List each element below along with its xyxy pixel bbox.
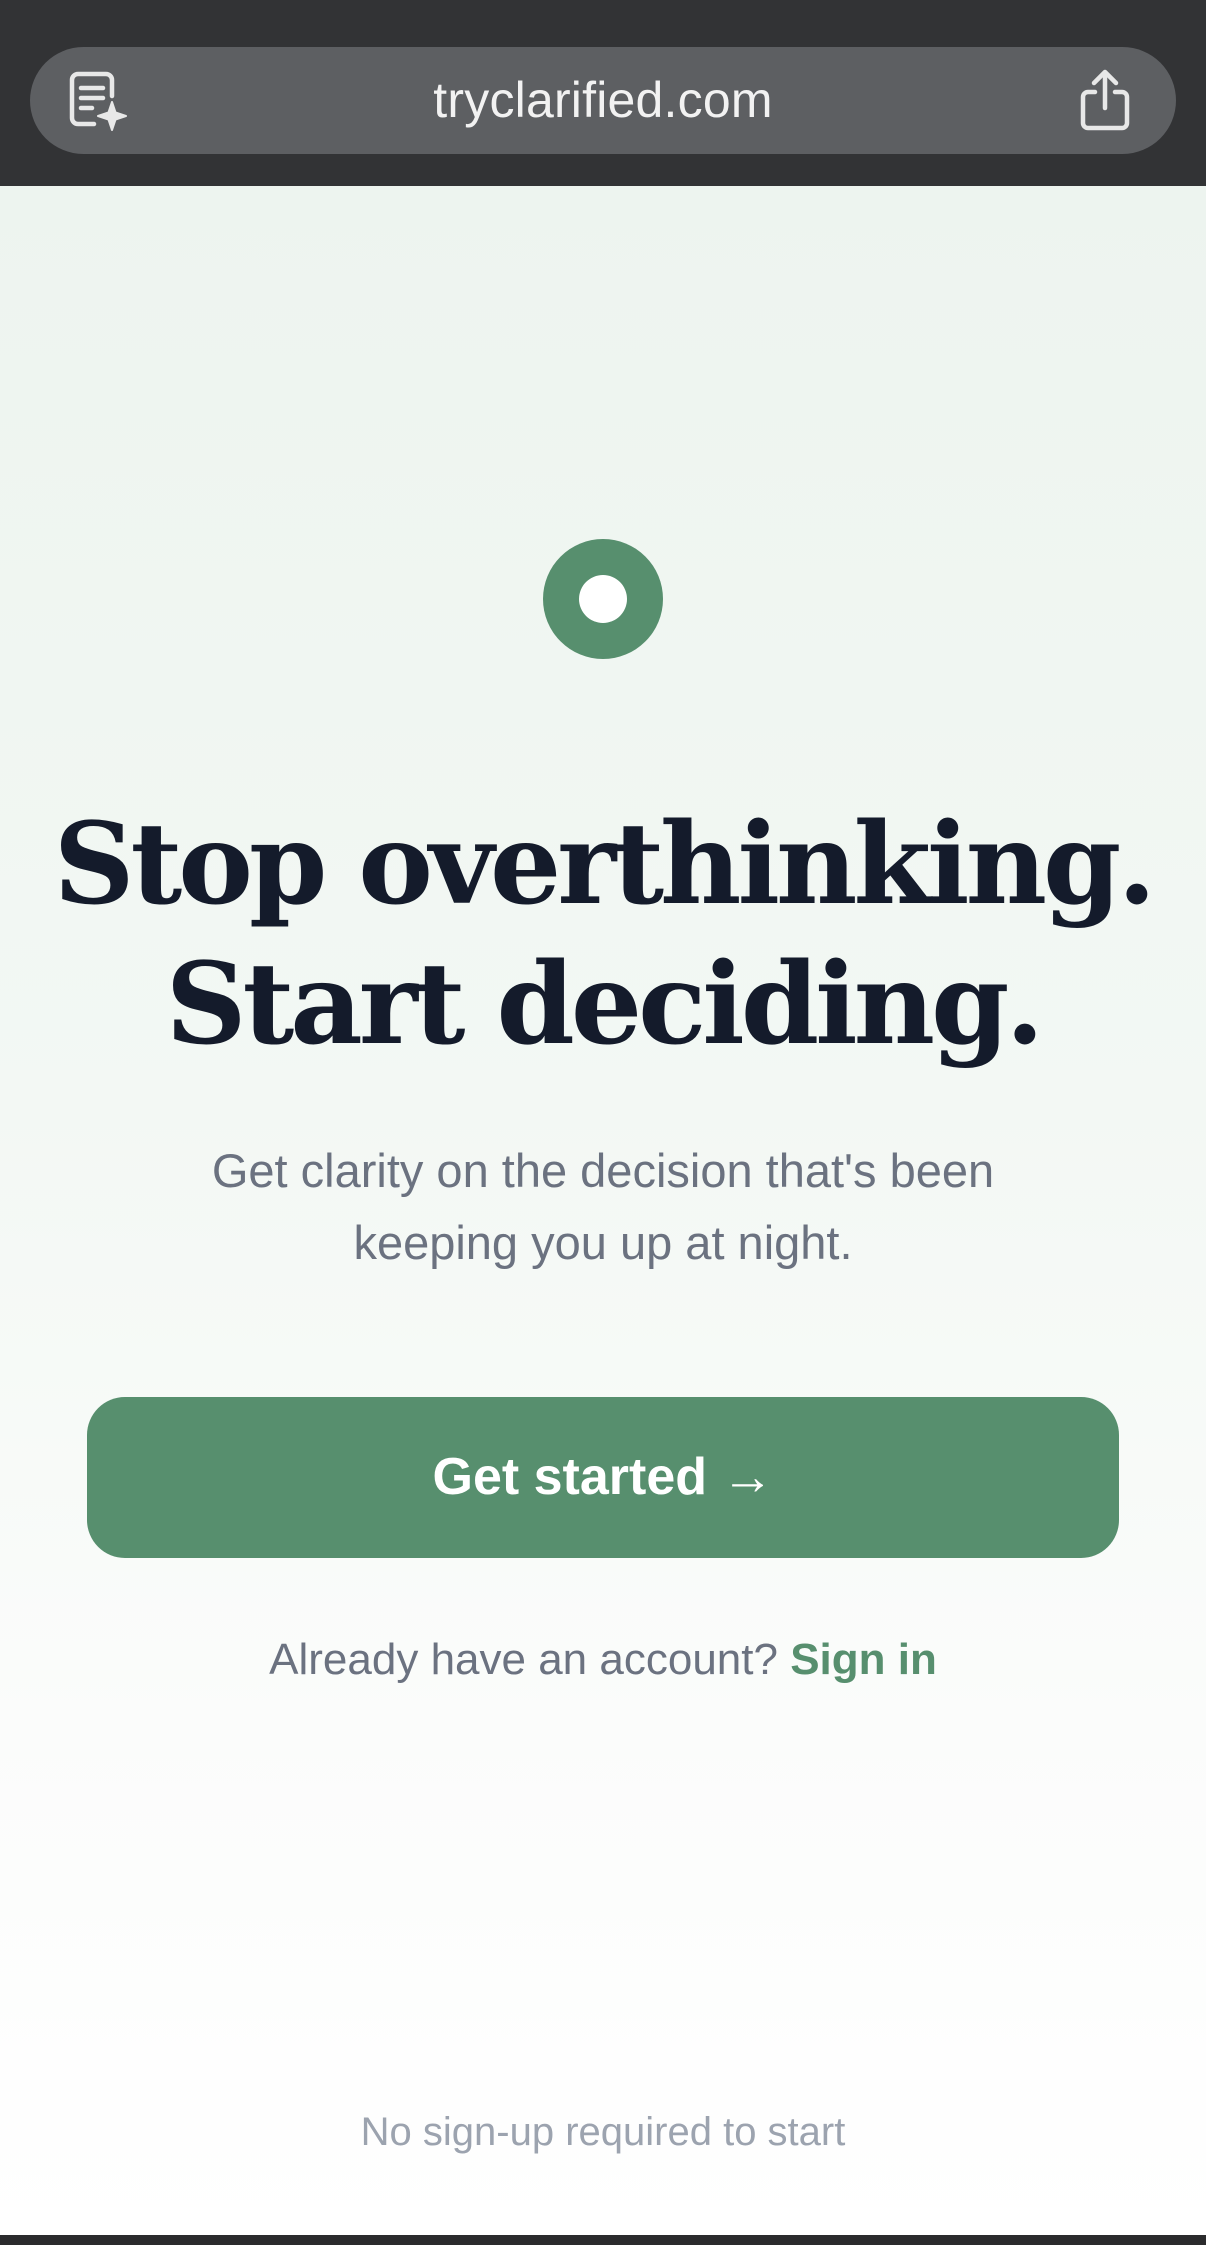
signin-prompt: Already have an account? — [269, 1635, 778, 1684]
signin-row: Already have an account? Sign in — [0, 1630, 1206, 1690]
sign-in-link[interactable]: Sign in — [790, 1635, 937, 1684]
url-text[interactable]: tryclarified.com — [0, 47, 1206, 154]
browser-toolbar: tryclarified.com — [0, 0, 1206, 186]
hero-subtext: Get clarity on the decision that's been … — [211, 1144, 995, 1269]
headline-line-1: Stop overthinking. — [53, 799, 1157, 930]
share-icon[interactable] — [1076, 68, 1134, 132]
bottom-edge-bar — [0, 2235, 1206, 2245]
get-started-button[interactable]: Get started → — [87, 1397, 1119, 1558]
hero-headline: Stop overthinking. Start deciding. — [0, 795, 1206, 1075]
ring-logo-icon — [543, 539, 663, 659]
headline-line-2: Start deciding. — [165, 939, 1045, 1070]
logo-center-dot — [579, 575, 627, 623]
footer-note: No sign-up required to start — [360, 2110, 846, 2154]
